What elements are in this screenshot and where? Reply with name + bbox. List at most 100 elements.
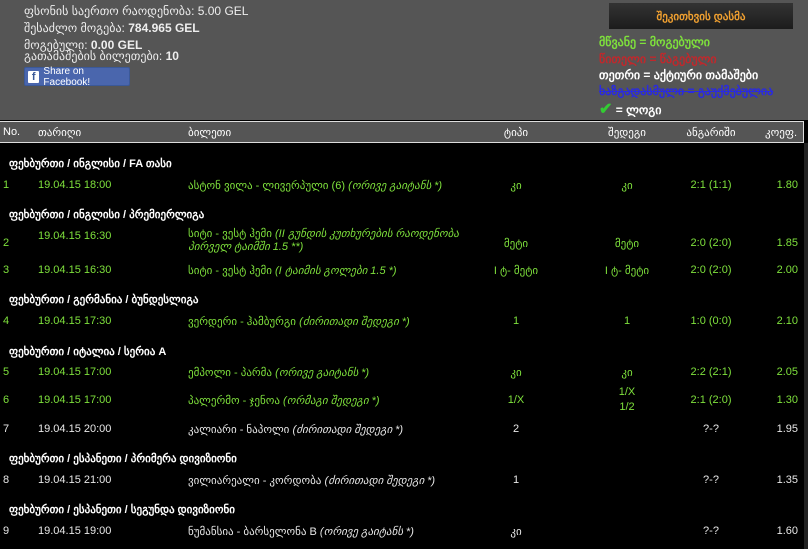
cell: 1.30: [776, 394, 798, 406]
cell: 19.04.15 19:00: [38, 525, 112, 537]
header-coef: კოეფ.: [765, 127, 797, 139]
facebook-icon: f: [28, 70, 40, 83]
table-row[interactable]: 3 19.04.15 16:30 სიტი - ვესტ ჰემი (I ტაიმ…: [0, 260, 804, 277]
legend-white: თეთრი = აქტიური თამაშები: [599, 68, 759, 82]
summary-panel: ფსონის საერთო რაოდენობა: 5.00 GEL შესაძლ…: [0, 0, 808, 120]
cell: 2.00: [776, 264, 798, 276]
cell: ასტონ ვილა - ლივერპული (6): [188, 180, 346, 192]
cell: კალიარი - ნაპოლი: [188, 424, 290, 436]
possible-win: შესაძლო მოგება: 784.965 GEL: [24, 21, 200, 35]
cell: 2:1 (1:1): [690, 179, 732, 191]
ask-question-button[interactable]: შეკითხვის დასმა: [609, 3, 793, 29]
cell: კი: [621, 180, 633, 192]
bet-description: (ძირითადი შედეგი *): [324, 475, 436, 487]
bet-description: (II გუნდის კუთხურების რაოდენობა: [275, 228, 459, 240]
cell: ნუმანსია - ბარსელონა B: [188, 526, 317, 538]
cell: I ტ- მეტი: [493, 265, 539, 277]
bet-description: (ძირითადი შედეგი *): [299, 316, 410, 328]
cell: ემპოლი - პარმა: [188, 367, 273, 379]
header-type: ტიპი: [503, 127, 529, 139]
table-header: No. თარიღი ბილეთი ტიპი შედეგი ანგარიში კ…: [0, 121, 804, 143]
cell: 1:0 (0:0): [690, 315, 732, 327]
cell: 2:0 (2:0): [690, 237, 732, 249]
header-score: ანგარიში: [686, 127, 736, 139]
cell: 1/X: [618, 386, 636, 398]
scrollbar-track[interactable]: [804, 143, 808, 549]
cell: 19.04.15 16:30: [38, 230, 112, 242]
header-date: თარიღი: [38, 127, 82, 139]
cell: 1/2: [619, 401, 635, 413]
share-facebook-button[interactable]: f Share on Facebook!: [24, 65, 130, 88]
cell: 5: [3, 366, 10, 378]
cell: ვილიარეალი - კორდობა: [188, 475, 322, 487]
table-row[interactable]: 1 19.04.15 18:00 ასტონ ვილა - ლივერპული (…: [0, 175, 804, 192]
legend-struck: ხაზგადასმული = გაუქმებულია: [599, 84, 774, 98]
category-heading: ფეხბურთი / ესპანეთი / სეგუნდა დივიზიონი: [9, 504, 235, 516]
cell: ვილიარეალი - კორდობა (ძირითადი შედეგი *): [188, 474, 435, 487]
bet-description: პირველ ტაიმში 1.5 **): [188, 241, 304, 253]
cell: 1.95: [776, 423, 798, 435]
cell: ?-?: [703, 525, 719, 537]
cell: 1.35: [776, 474, 798, 486]
cell: 2.05: [776, 366, 798, 378]
cell: კი: [621, 367, 633, 379]
cell: კი: [510, 367, 522, 379]
legend-green: მწვანე = მოგებული: [599, 35, 710, 49]
table-row[interactable]: 2 19.04.15 16:30 სიტი - ვესტ ჰემი (II გუნ…: [0, 227, 804, 257]
bet-description: (I ტაიმის გოლები 1.5 *): [275, 265, 397, 277]
cell: 6: [3, 394, 10, 406]
cell: კი: [510, 180, 522, 192]
cell: ვერდერი - ჰამბურგი (ძირითადი შედეგი *): [188, 315, 410, 328]
cell: 1.60: [776, 525, 798, 537]
header-result: შედეგი: [608, 127, 646, 139]
cell: 2: [512, 423, 520, 435]
table-row[interactable]: 8 19.04.15 21:00 ვილიარეალი - კორდობა (ძი…: [0, 470, 804, 487]
cell: ?-?: [703, 474, 719, 486]
cell: 1: [3, 179, 10, 191]
cell: 3: [3, 264, 10, 276]
header-ticket: ბილეთი: [188, 127, 232, 139]
category-heading: ფეხბურთი / იტალია / სერია A: [9, 346, 167, 358]
table-row[interactable]: 4 19.04.15 17:30 ვერდერი - ჰამბურგი (ძირი…: [0, 311, 804, 328]
cell: I ტ- მეტი: [604, 265, 650, 277]
cell: ვერდერი - ჰამბურგი: [188, 316, 296, 328]
cell: 1: [512, 315, 520, 327]
cell: 1/X: [507, 394, 525, 406]
table-row[interactable]: 5 19.04.15 17:00 ემპოლი - პარმა (ორივე გა…: [0, 362, 804, 379]
table-row[interactable]: 6 19.04.15 17:00 პალერმო - ჯენოა (ორმაგი …: [0, 384, 804, 414]
cell: მეტი: [503, 238, 529, 250]
cell: 19.04.15 16:30: [38, 264, 112, 276]
cell: ემპოლი - პარმა (ორივე გაიტანს *): [188, 366, 369, 379]
category-heading: ფეხბურთი / ინგლისი / პრემიერლიგა: [9, 209, 205, 221]
category-heading: ფეხბურთი / გერმანია / ბუნდესლიგა: [9, 294, 199, 306]
cell: 19.04.15 17:00: [38, 394, 112, 406]
cell: 8: [3, 474, 10, 486]
cell: 9: [3, 525, 10, 537]
table-row[interactable]: 9 19.04.15 19:00 ნუმანსია - ბარსელონა B (…: [0, 521, 804, 538]
cell: სიტი - ვესტ ჰემი (II გუნდის კუთხურების რ…: [188, 227, 459, 253]
bet-description: (ორივე გაიტანს *): [275, 367, 370, 379]
cell: ნუმანსია - ბარსელონა B (ორივე გაიტანს *): [188, 525, 414, 538]
legend-check: ✔ = ლოგი: [599, 101, 662, 118]
share-label: Share on Facebook!: [43, 65, 91, 88]
cell: 1.80: [776, 179, 798, 191]
bet-description: (ორივე გაიტანს *): [348, 180, 443, 192]
cell: ასტონ ვილა - ლივერპული (6) (ორივე გაიტან…: [188, 179, 442, 192]
check-icon: ✔: [599, 101, 613, 118]
cell: მეტი: [614, 238, 640, 250]
cell: 2:2 (2:1): [690, 366, 732, 378]
cell: 2:0 (2:0): [690, 264, 732, 276]
cell: 1.85: [776, 237, 798, 249]
cell: სიტი - ვესტ ჰემი: [188, 265, 272, 277]
cell: 19.04.15 17:30: [38, 315, 112, 327]
cell: ?-?: [703, 423, 719, 435]
table-row[interactable]: 7 19.04.15 20:00 კალიარი - ნაპოლი (ძირითა…: [0, 419, 804, 436]
cell: პალერმო - ჯენოა (ორმაგი შედეგი *): [188, 394, 380, 407]
cell: 1: [623, 315, 631, 327]
ticket-count: გათამაშების ბილეთები: 10: [24, 49, 179, 63]
cell: პალერმო - ჯენოა: [188, 395, 280, 407]
cell: 1: [512, 474, 520, 486]
cell: კალიარი - ნაპოლი (ძირითადი შედეგი *): [188, 423, 403, 436]
cell: კი: [510, 526, 522, 538]
cell: 19.04.15 21:00: [38, 474, 112, 486]
